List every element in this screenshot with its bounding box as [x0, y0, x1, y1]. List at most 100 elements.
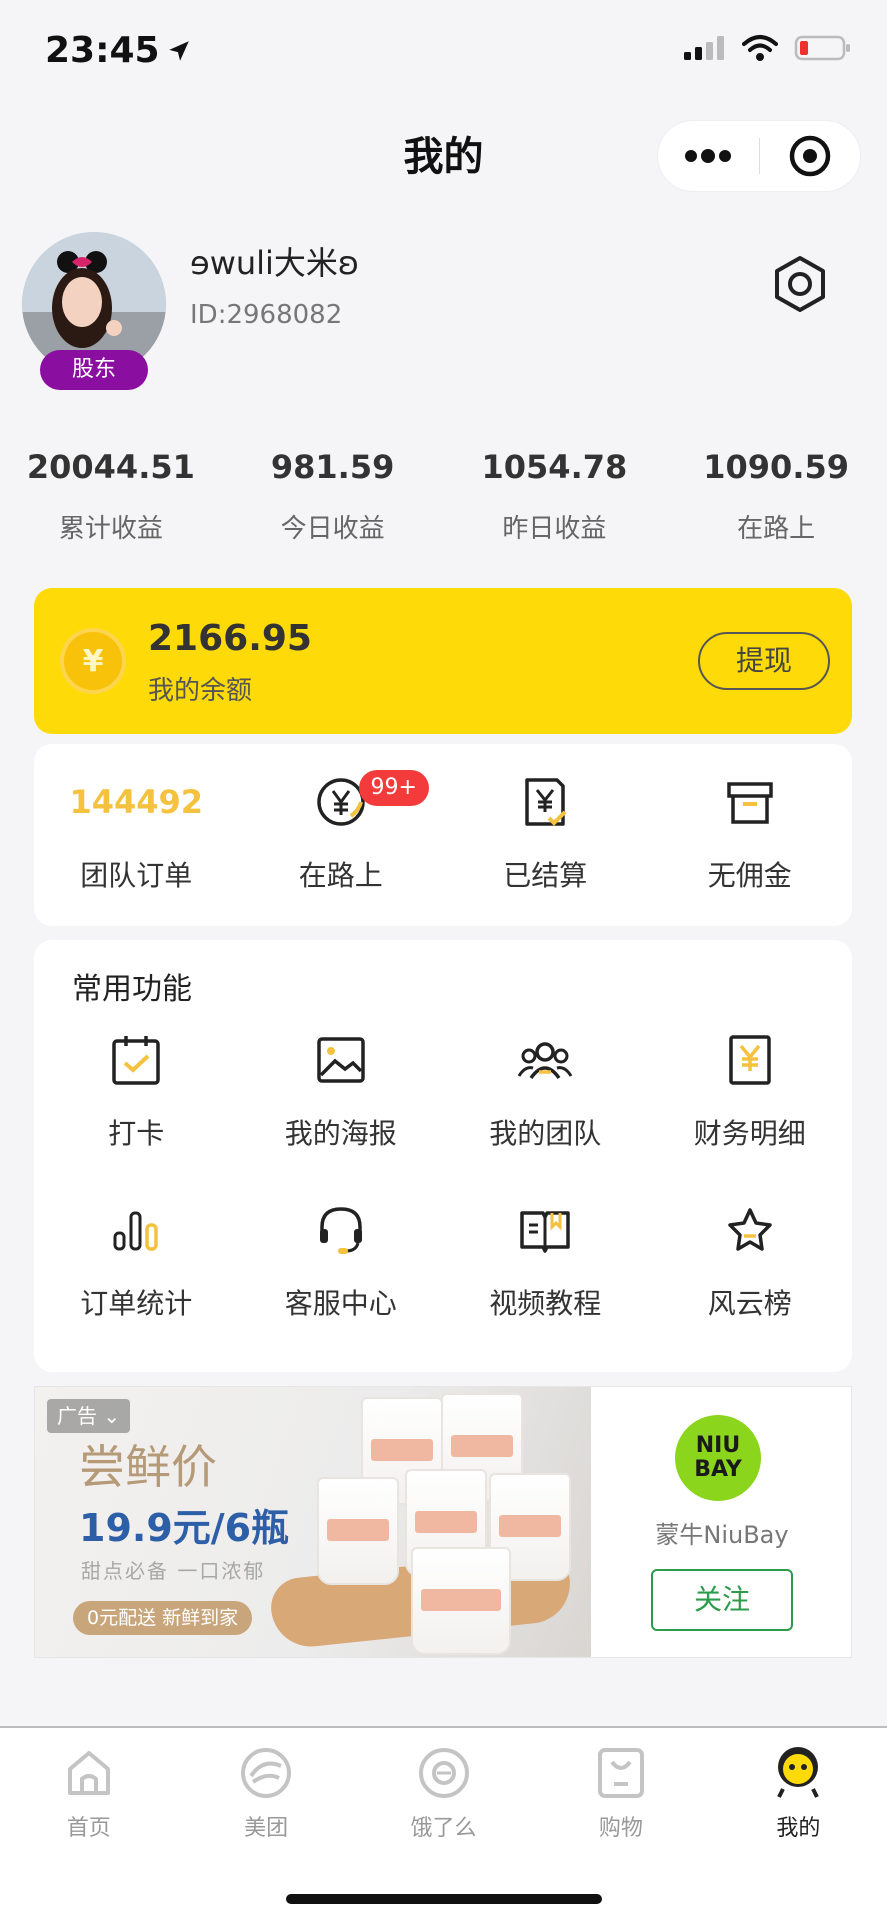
meituan-icon [241, 1748, 292, 1798]
archive-box-icon [727, 782, 773, 824]
section-title: 常用功能 [72, 972, 192, 1007]
stat-label: 累计收益 [58, 514, 163, 544]
wifi-icon [742, 35, 778, 61]
brand-name: 蒙牛NiuBay [655, 1521, 789, 1549]
user-id: ID:2968082 [190, 300, 343, 330]
function-label: 订单统计 [80, 1287, 193, 1320]
no-commission-item[interactable]: 无佣金 [648, 744, 853, 926]
status-time-text: 23:45 [45, 30, 160, 71]
video-tutorial-button[interactable]: 视频教程 [443, 1200, 648, 1322]
function-label: 打卡 [108, 1117, 165, 1150]
eleme-icon [418, 1748, 469, 1798]
stat-in-transit[interactable]: 1090.59 在路上 [665, 448, 887, 545]
leaderboard-button[interactable]: 风云榜 [648, 1200, 853, 1322]
coin-icon: ¥ [60, 628, 126, 694]
star-icon [728, 1208, 772, 1251]
ad-banner[interactable]: 广告 ⌄ 尝鲜价 19.9元/6瓶 甜点必备 一口浓郁 0元配送 新鲜到家 NI… [34, 1386, 852, 1658]
stat-total-earnings[interactable]: 20044.51 累计收益 [0, 448, 222, 545]
my-poster-button[interactable]: 我的海报 [239, 1030, 444, 1152]
tab-mine[interactable]: 我的 [710, 1742, 887, 1842]
orders-panel: 144492 团队订单 99+ 在路上 已结算 无佣金 [34, 744, 852, 926]
tab-shopping[interactable]: 购物 [532, 1742, 709, 1842]
checkin-button[interactable]: 打卡 [34, 1030, 239, 1152]
ad-price: 19.9元/6瓶 [79, 1506, 290, 1550]
stat-today-earnings[interactable]: 981.59 今日收益 [222, 448, 444, 545]
stat-label: 在路上 [737, 514, 816, 544]
tab-label: 美团 [244, 1816, 289, 1841]
shopping-icon [597, 1748, 644, 1798]
target-close-icon [789, 135, 830, 177]
function-label: 财务明细 [693, 1117, 806, 1150]
tab-label: 首页 [66, 1816, 111, 1841]
team-orders-count: 144492 [69, 783, 204, 821]
battery-low-icon [794, 35, 850, 61]
function-label: 我的海报 [284, 1117, 397, 1150]
finance-details-button[interactable]: 财务明细 [648, 1030, 853, 1152]
team-icon [517, 1042, 573, 1080]
team-orders-item[interactable]: 144492 团队订单 [34, 744, 239, 926]
order-stats-button[interactable]: 订单统计 [34, 1200, 239, 1322]
status-bar-time: 23:45 [45, 30, 192, 71]
home-icon [67, 1751, 110, 1795]
ad-headline: 尝鲜价 [79, 1440, 217, 1494]
user-nickname: ɘwuli大米ʚ [190, 244, 360, 282]
stat-label: 今日收益 [280, 514, 385, 544]
tab-label: 饿了么 [410, 1816, 477, 1841]
calendar-check-icon [112, 1036, 160, 1085]
stat-value: 20044.51 [26, 448, 195, 486]
niubay-logo: NIU BAY [675, 1415, 761, 1501]
tab-home[interactable]: 首页 [0, 1742, 177, 1842]
settings-button[interactable] [768, 252, 832, 316]
book-icon [520, 1211, 570, 1253]
tab-label: 购物 [598, 1816, 643, 1841]
tab-eleme[interactable]: 饿了么 [355, 1742, 532, 1842]
balance-amount: 2166.95 [148, 618, 312, 659]
order-item-label: 团队订单 [80, 859, 193, 892]
location-arrow-icon [168, 40, 189, 61]
balance-card: ¥ 2166.95 我的余额 提现 [34, 588, 852, 734]
stat-yesterday-earnings[interactable]: 1054.78 昨日收益 [444, 448, 666, 545]
home-indicator [286, 1894, 602, 1904]
tab-meituan[interactable]: 美团 [177, 1742, 354, 1842]
ad-delivery-pill: 0元配送 新鲜到家 [73, 1601, 253, 1635]
ad-subtitle: 甜点必备 一口浓郁 [81, 1559, 266, 1583]
tab-label: 我的 [776, 1816, 821, 1841]
function-label: 客服中心 [284, 1287, 397, 1320]
bottom-tab-bar: 首页 美团 饿了么 购物 我的 [0, 1726, 887, 1920]
order-item-label: 在路上 [298, 859, 383, 892]
in-transit-orders-item[interactable]: 99+ 在路上 [239, 744, 444, 926]
stat-label: 昨日收益 [502, 514, 607, 544]
cellular-signal-icon [684, 36, 724, 60]
settled-orders-item[interactable]: 已结算 [443, 744, 648, 926]
shareholder-badge: 股东 [40, 350, 148, 390]
ad-product-image[interactable]: 广告 ⌄ 尝鲜价 19.9元/6瓶 甜点必备 一口浓郁 0元配送 新鲜到家 [35, 1387, 591, 1657]
my-team-button[interactable]: 我的团队 [443, 1030, 648, 1152]
function-label: 风云榜 [707, 1287, 792, 1320]
profile-mascot-icon [777, 1747, 820, 1798]
headset-icon [319, 1207, 362, 1254]
balance-label: 我的余额 [148, 676, 253, 706]
stat-value: 981.59 [270, 448, 395, 486]
more-menu-button[interactable] [658, 121, 759, 191]
yogurt-cup-graphic [411, 1547, 511, 1655]
earnings-stats: 20044.51 累计收益 981.59 今日收益 1054.78 昨日收益 1… [0, 448, 887, 545]
follow-button[interactable]: 关注 [651, 1569, 793, 1631]
yogurt-cup-graphic [317, 1477, 399, 1585]
image-icon [317, 1037, 365, 1083]
settings-hexagon-icon [775, 256, 825, 312]
withdraw-button[interactable]: 提现 [698, 632, 830, 690]
order-item-label: 无佣金 [707, 859, 792, 892]
more-dots-icon [685, 149, 732, 163]
stat-value: 1054.78 [481, 448, 628, 486]
stat-value: 1090.59 [703, 448, 849, 486]
finance-icon [729, 1035, 771, 1085]
order-item-label: 已结算 [503, 859, 588, 892]
customer-service-button[interactable]: 客服中心 [239, 1200, 444, 1322]
in-transit-badge: 99+ [358, 770, 429, 806]
bar-stats-icon [113, 1211, 158, 1251]
close-mini-program-button[interactable] [760, 121, 861, 191]
functions-grid: 打卡 我的海报 我的团队 财务明细 订单统计 客服中心 视频教程 风云榜 [34, 1030, 852, 1322]
ad-tag[interactable]: 广告 ⌄ [47, 1399, 131, 1433]
common-functions-panel: 常用功能 打卡 我的海报 我的团队 财务明细 订单统计 客服中心 视频教程 风云… [34, 940, 852, 1372]
mini-program-capsule [657, 120, 861, 192]
